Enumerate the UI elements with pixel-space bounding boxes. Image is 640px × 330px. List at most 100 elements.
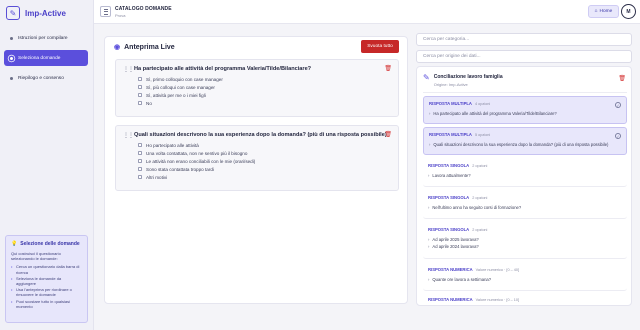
- option-label: Altri motivi: [146, 174, 168, 180]
- category-search-input[interactable]: Cerca per categoria...: [416, 33, 632, 46]
- trash-icon[interactable]: 🗑: [384, 65, 392, 72]
- checkbox-icon: [138, 101, 142, 105]
- option-label: Sì, più colloqui con case manager: [146, 84, 215, 90]
- question-card[interactable]: ⋮⋮ Ha partecipato alle attività del prog…: [115, 59, 399, 117]
- question-title: Quali situazioni descrivono la sua esper…: [134, 132, 387, 138]
- question-title: Ha partecipato alle attività del program…: [134, 66, 312, 72]
- option-label: Sì, primo colloquio con case manager: [146, 76, 223, 82]
- question-text: Ad aprile 2025 lavorava?: [432, 237, 479, 242]
- trash-icon[interactable]: 🗑: [384, 131, 392, 138]
- app-name: Imp-Active: [25, 8, 66, 18]
- origin-search-input[interactable]: Cerca per origine dei dati...: [416, 50, 632, 63]
- tip-title-row: 💡 Selezione delle domande: [11, 241, 82, 247]
- app-logo[interactable]: ✎ Imp-Active: [6, 6, 66, 20]
- check-circle-icon[interactable]: ✓: [615, 102, 621, 108]
- question-type: RISPOSTA SINGOLA: [428, 163, 470, 168]
- tip-title: Selezione delle domande: [20, 241, 80, 247]
- chevron-right-icon: ›: [429, 142, 431, 147]
- option-label: Una volta contattata, non ne sentivo più…: [146, 150, 248, 156]
- pencil-icon: ✎: [423, 73, 430, 82]
- chevron-right-icon: ›: [429, 111, 431, 116]
- question-type: RISPOSTA SINGOLA: [428, 227, 470, 232]
- option-item: Sì, primo colloquio con case manager: [138, 75, 223, 83]
- checkbox-icon: [138, 175, 142, 179]
- question-text: Quante ore lavora a settimana?: [432, 277, 492, 282]
- question-meta: 5 opzioni: [474, 133, 491, 137]
- top-bar: CATALOGO DOMANDE Prova ⌂ Home M: [94, 0, 640, 24]
- tip-item: Usa l'anteprima per riordinare o rimuove…: [11, 287, 82, 297]
- option-item: Altri motivi: [138, 173, 255, 181]
- question-meta: 2 opzioni: [472, 164, 488, 168]
- tip-intro: Qui costruisci il questionario seleziona…: [11, 251, 61, 262]
- catalog-question-item[interactable]: RISPOSTA MULTIPLA 4 opzioni ✓ › Ha parteci…: [423, 96, 627, 124]
- sidebar-item-seleziona-domande[interactable]: Seleziona domande: [4, 50, 88, 66]
- question-meta: 2 opzioni: [472, 228, 488, 232]
- step-dot-icon: [10, 76, 13, 80]
- chevron-right-icon: ›: [428, 205, 430, 210]
- catalog-title: Conciliazione lavoro famiglia: [433, 74, 503, 80]
- step-dot-icon: [10, 56, 13, 60]
- catalog-question-item[interactable]: RISPOSTA SINGOLA 2 opzioni › Lavora attual…: [423, 159, 627, 187]
- catalog-question-item[interactable]: RISPOSTA MULTIPLA 5 opzioni ✓ › Quali situ…: [423, 127, 627, 155]
- option-label: Sì, attività per me o i miei figli: [146, 92, 206, 98]
- catalog-question-item[interactable]: RISPOSTA SINGOLA 2 opzioni › Ad aprile 202…: [423, 223, 627, 259]
- tip-item: Cerca un questionario dalla barra di ric…: [11, 264, 82, 274]
- chevron-right-icon: ›: [428, 244, 430, 249]
- checkbox-icon: [138, 151, 142, 155]
- clear-all-button[interactable]: Svuota tutto: [361, 40, 399, 53]
- catalog-question-item[interactable]: RISPOSTA NUMERICA Valore numerico · [0 – …: [423, 293, 627, 305]
- preview-title: Anteprima Live: [124, 43, 175, 51]
- divider: [423, 92, 627, 93]
- step-dot-icon: [10, 36, 13, 40]
- option-label: Le attività non erano conciliabili con l…: [146, 158, 256, 164]
- question-type: RISPOSTA MULTIPLA: [429, 101, 472, 106]
- option-label: No: [146, 100, 152, 106]
- trash-icon[interactable]: 🗑: [618, 75, 626, 82]
- home-button[interactable]: ⌂ Home: [588, 5, 619, 18]
- sidebar-item-label: Istruzioni per compilare: [18, 35, 68, 41]
- checkbox-icon: [138, 159, 142, 163]
- home-button-label: Home: [599, 9, 613, 14]
- catalog-question-item[interactable]: RISPOSTA NUMERICA Valore numerico · [0 – …: [423, 263, 627, 291]
- question-type: RISPOSTA MULTIPLA: [429, 132, 472, 137]
- sidebar-nav: Istruzioni per compilare Seleziona doman…: [4, 30, 88, 90]
- question-meta: 2 opzioni: [472, 196, 488, 200]
- question-options: Ho partecipato alle attività Una volta c…: [138, 141, 255, 181]
- question-card[interactable]: ⋮⋮ Quali situazioni descrivono la sua es…: [115, 125, 399, 191]
- question-text: Ad aprile 2024 lavorava?: [432, 244, 479, 249]
- page-subtitle: Prova: [115, 13, 126, 18]
- catalog-list-icon[interactable]: [100, 6, 111, 17]
- question-text: Ha partecipato alle attività del program…: [433, 111, 557, 116]
- option-item: No: [138, 99, 223, 107]
- home-icon: ⌂: [594, 9, 598, 14]
- drag-handle-icon[interactable]: ⋮⋮: [123, 66, 134, 73]
- option-label: Sono stata contattata troppo tardi: [146, 166, 214, 172]
- catalog-origin: Origine: Imp-Active: [433, 82, 468, 87]
- option-item: Sì, attività per me o i miei figli: [138, 91, 223, 99]
- preview-header: ◉ Anteprima Live: [114, 43, 175, 52]
- option-item: Una volta contattata, non ne sentivo più…: [138, 149, 255, 157]
- option-item: Sì, più colloqui con case manager: [138, 83, 223, 91]
- sidebar-item-istruzioni[interactable]: Istruzioni per compilare: [4, 30, 88, 46]
- page-title: CATALOGO DOMANDE: [115, 6, 172, 12]
- drag-handle-icon[interactable]: ⋮⋮: [123, 132, 134, 139]
- option-item: Sono stata contattata troppo tardi: [138, 165, 255, 173]
- sidebar-item-label: Riepilogo e consenso: [18, 75, 64, 81]
- question-meta: 4 opzioni: [474, 102, 491, 106]
- catalog-heading: Conciliazione lavoro famiglia Origine: I…: [434, 74, 503, 87]
- avatar[interactable]: M: [621, 4, 636, 19]
- tip-item: Seleziona le domande da aggiungere: [11, 276, 82, 286]
- catalog-question-item[interactable]: RISPOSTA SINGOLA 2 opzioni › Nell'ultimo a…: [423, 191, 627, 219]
- lightbulb-icon: 💡: [11, 241, 18, 247]
- chevron-right-icon: ›: [428, 277, 430, 282]
- chevron-right-icon: ›: [428, 237, 430, 242]
- question-catalog-panel: ✎ Conciliazione lavoro famiglia Origine:…: [416, 66, 632, 306]
- tip-item: Puoi scostare tutto in qualsiasi momento: [11, 299, 82, 309]
- sidebar-item-riepilogo[interactable]: Riepilogo e consenso: [4, 70, 88, 86]
- tip-list: Cerca un questionario dalla barra di ric…: [11, 264, 82, 309]
- checkbox-icon: [138, 77, 142, 81]
- question-options: Sì, primo colloquio con case manager Sì,…: [138, 75, 223, 107]
- check-circle-icon[interactable]: ✓: [615, 133, 621, 139]
- question-text: Quali situazioni descrivono la sua esper…: [433, 142, 609, 147]
- eye-icon: ◉: [114, 44, 121, 51]
